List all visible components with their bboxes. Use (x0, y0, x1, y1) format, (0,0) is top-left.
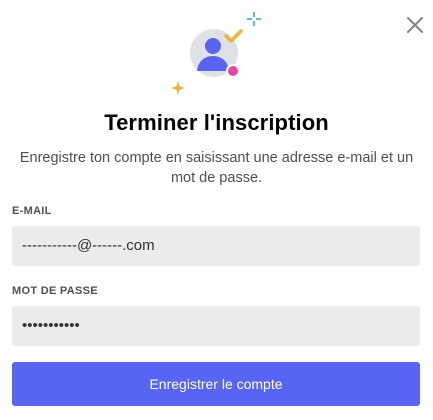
email-label: E-MAIL (12, 205, 52, 217)
modal-subtitle: Enregistre ton compte en saisissant une … (19, 150, 414, 186)
star-sparkle-icon (171, 81, 185, 95)
password-field[interactable]: ••••••••••• (12, 306, 420, 346)
password-label: MOT DE PASSE (12, 285, 98, 297)
check-icon (224, 29, 243, 43)
modal-title: Terminer l'inscription (104, 110, 329, 135)
register-button[interactable]: Enregistrer le compte (12, 362, 420, 406)
user-avatar-check-icon (171, 12, 261, 95)
close-icon (407, 17, 423, 33)
close-button[interactable] (404, 14, 426, 36)
sparkle-icon (247, 12, 261, 26)
email-field[interactable]: -----------@------.com (12, 226, 420, 266)
register-modal: Terminer l'inscription Enregistre ton co… (0, 0, 433, 420)
